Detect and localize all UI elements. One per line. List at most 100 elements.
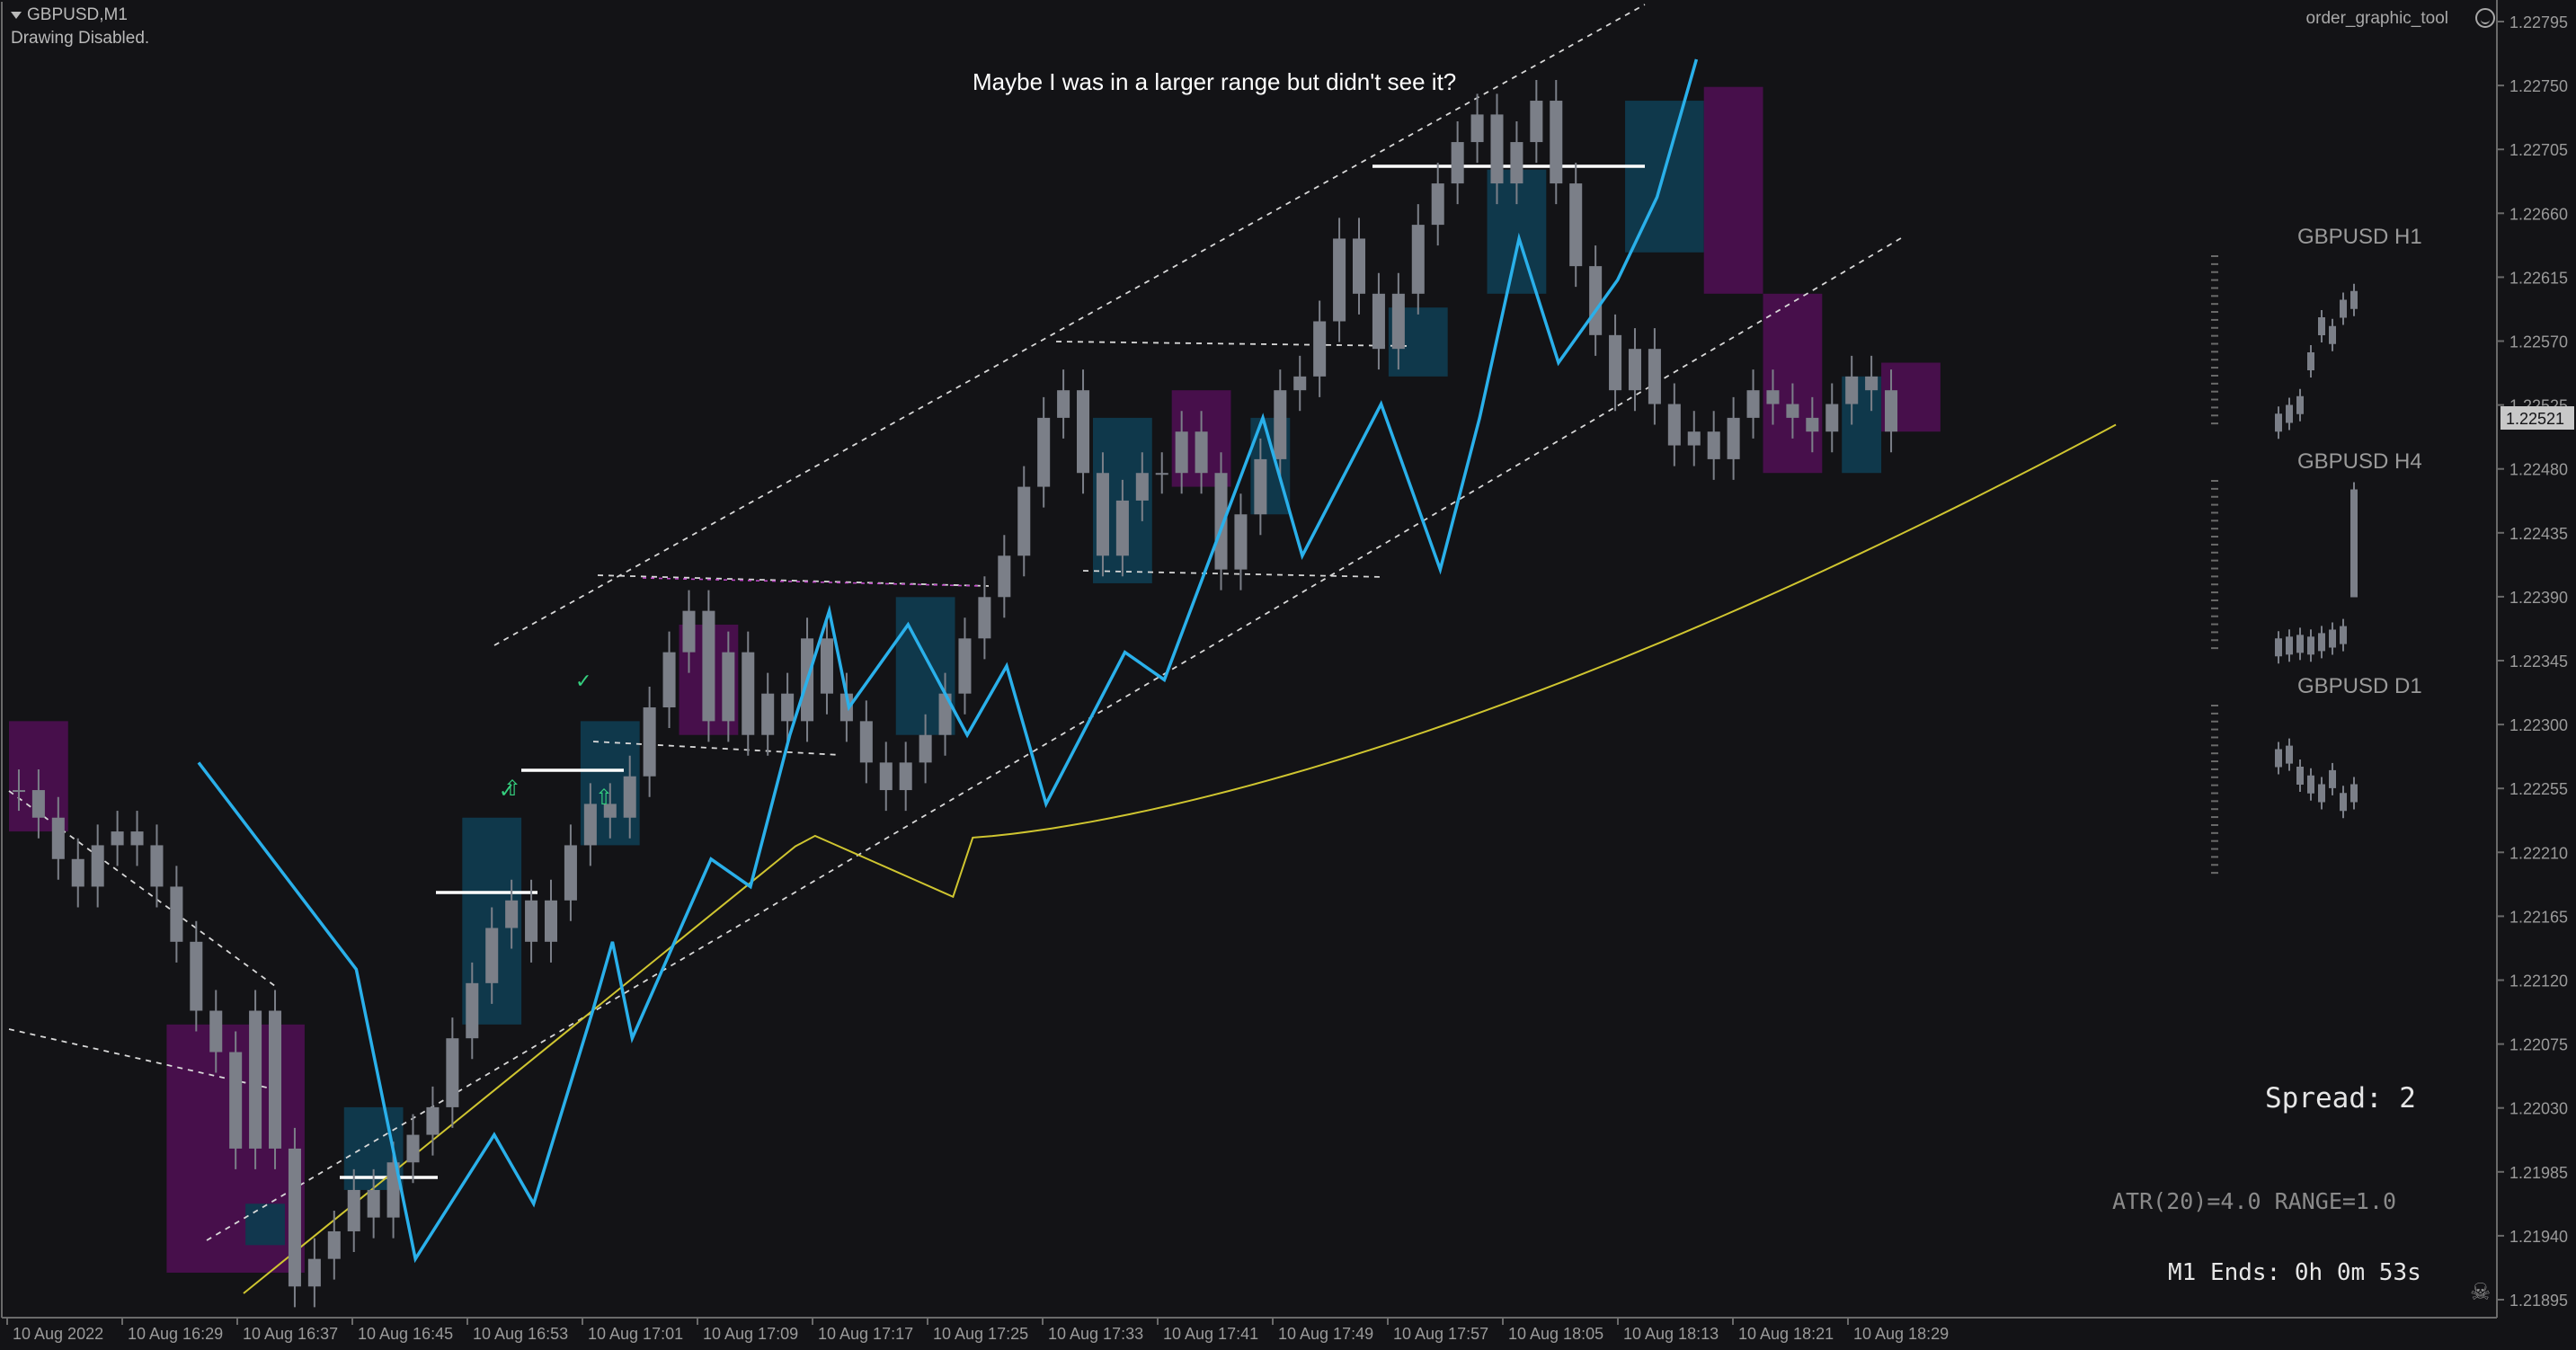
price-label: 1.22165 [2509, 908, 2568, 926]
atr-range-readout: ATR(20)=4.0 RANGE=1.0 [2112, 1188, 2397, 1214]
time-label: 10 Aug 18:21 [1738, 1325, 1834, 1343]
time-label: 10 Aug 17:17 [818, 1325, 913, 1343]
skull-icon: ☠ [2470, 1278, 2492, 1305]
candle-body [820, 638, 833, 694]
candle-body [1786, 404, 1799, 418]
candle-body [722, 652, 735, 722]
price-label: 1.22120 [2509, 973, 2568, 990]
candle-body [564, 845, 577, 901]
price-label: 1.22435 [2509, 525, 2568, 543]
candle-body [1550, 101, 1563, 184]
candle-body [1885, 390, 1898, 432]
time-label: 10 Aug 18:05 [1508, 1325, 1603, 1343]
candle-body [1155, 473, 1168, 475]
candle-body [1135, 473, 1149, 501]
mini-candle-body [2340, 299, 2347, 318]
mini-candle-body [2286, 745, 2293, 764]
trend-line [597, 574, 990, 587]
chart-annotation[interactable]: Maybe I was in a larger range but didn't… [973, 68, 1456, 96]
candle-body [1372, 293, 1385, 350]
candle-body [1727, 417, 1740, 459]
candle-body [1313, 321, 1327, 377]
candle-body [643, 707, 656, 777]
indicator-name[interactable]: order_graphic_tool [2306, 9, 2448, 29]
smiley-icon[interactable] [2475, 8, 2495, 28]
time-label: 10 Aug 17:49 [1278, 1325, 1373, 1343]
candle-body [288, 1148, 301, 1287]
price-label: 1.22480 [2509, 461, 2568, 479]
candle-body [525, 900, 538, 942]
price-label: 1.22750 [2509, 77, 2568, 95]
candle-body [505, 900, 519, 928]
resistance-line [642, 577, 981, 587]
candle-body [1057, 390, 1070, 418]
check-mark-icon: ✓ [575, 671, 591, 693]
candle-body [1648, 349, 1661, 404]
candle-body [1490, 114, 1504, 184]
candle-body [1825, 404, 1839, 432]
bar-timer-readout: M1 Ends: 0h 0m 53s [2168, 1259, 2421, 1286]
candle-body [1865, 376, 1879, 391]
candle-body [91, 845, 104, 887]
price-label: 1.22570 [2509, 333, 2568, 351]
candle-body [1037, 417, 1051, 487]
candle-body [446, 1038, 459, 1107]
candle-body [1530, 101, 1543, 143]
candle-body [31, 790, 45, 818]
mini-chart-title-h4: GBPUSD H4 [2297, 449, 2422, 474]
candle-body [1333, 238, 1346, 322]
mini-candle-body [2350, 784, 2358, 803]
candle-body [623, 776, 636, 818]
price-label: 1.22345 [2509, 653, 2568, 671]
candle-body [406, 1134, 420, 1163]
drawing-status: Drawing Disabled. [11, 29, 150, 48]
current-price-label: 1.22521 [2506, 410, 2564, 428]
candle-body [742, 652, 755, 735]
candle-body [1096, 473, 1109, 556]
mini-candle-body [2340, 793, 2347, 812]
candle-body [268, 1010, 282, 1149]
price-chart[interactable]: ⇧ ⇧✓✓ 1.227951.227501.227051.226601.22615… [0, 0, 2576, 1350]
candle-body [209, 1010, 223, 1052]
candle-body [1274, 390, 1287, 459]
mini-candle-body [2350, 489, 2358, 598]
price-label: 1.21895 [2509, 1292, 2568, 1310]
candle-body [761, 693, 775, 735]
symbol-label[interactable]: GBPUSD,M1 [11, 5, 128, 25]
symbol-text: GBPUSD,M1 [27, 5, 128, 24]
candle-body [1254, 458, 1267, 515]
time-label: 10 Aug 2022 [13, 1325, 103, 1343]
mini-candle-body [2350, 290, 2358, 309]
candle-body [1628, 349, 1642, 391]
price-label: 1.22210 [2509, 844, 2568, 862]
mini-candle-body [2307, 352, 2314, 370]
candle-body [347, 1189, 360, 1231]
candle-body [327, 1230, 341, 1259]
price-label: 1.21940 [2509, 1228, 2568, 1246]
candle-body [307, 1258, 321, 1287]
candle-body [1687, 431, 1701, 446]
trend-line [493, 4, 1646, 646]
mini-candle-body [2296, 767, 2304, 785]
price-label: 1.22030 [2509, 1100, 2568, 1118]
range-box [1763, 293, 1823, 474]
mini-candle-body [2307, 775, 2314, 794]
time-label: 10 Aug 17:33 [1048, 1325, 1143, 1343]
time-label: 10 Aug 16:53 [473, 1325, 568, 1343]
time-label: 10 Aug 16:29 [128, 1325, 223, 1343]
candle-body [583, 804, 597, 846]
price-axis[interactable]: 1.22795 1.22750 1.22705 1.22660 1.22615 1.225… [2497, 13, 2574, 1310]
candle-body [1569, 183, 1583, 267]
candle-body [426, 1106, 440, 1135]
candle-body [1293, 376, 1307, 391]
mini-candle-body [2329, 629, 2336, 648]
time-axis[interactable]: 10 Aug 2022 10 Aug 16:29 10 Aug 16:37 10 Au… [6, 1318, 1949, 1343]
dropdown-triangle-icon[interactable] [11, 11, 22, 19]
mini-candle-body [2307, 636, 2314, 655]
candle-body [1195, 431, 1208, 474]
candle-body [1352, 238, 1366, 294]
candle-body [978, 597, 991, 639]
candle-body [1017, 486, 1031, 556]
price-label: 1.22390 [2509, 589, 2568, 607]
candle-body [190, 941, 203, 1011]
